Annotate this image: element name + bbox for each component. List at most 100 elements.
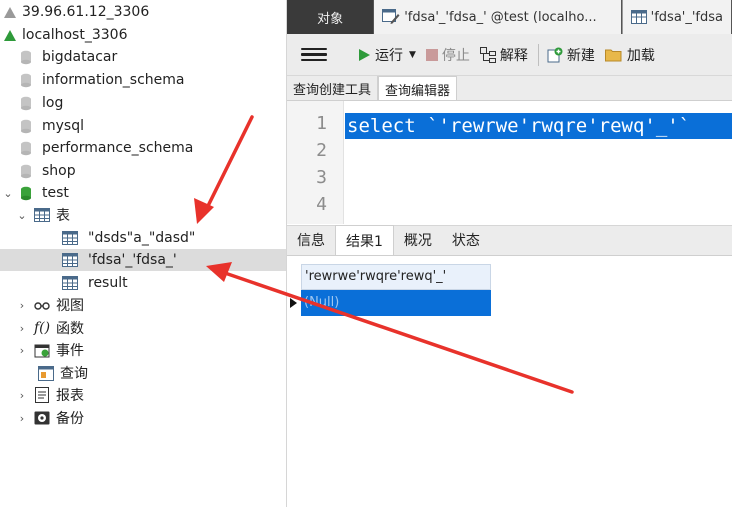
group-label: 函数: [56, 321, 84, 337]
new-label: 新建: [566, 47, 595, 64]
chevron-down-icon[interactable]: ⌄: [2, 187, 14, 200]
connection-item-remote[interactable]: 39.96.61.12_3306: [0, 1, 286, 23]
group-label: 事件: [56, 343, 84, 359]
line-number: 2: [316, 140, 327, 161]
object-navigator: 39.96.61.12_3306 localhost_3306 bigdatac…: [0, 0, 287, 507]
group-item-backups[interactable]: › 备份: [0, 407, 286, 429]
result-tabs: 信息 结果1 概况 状态: [287, 225, 732, 256]
database-item-log[interactable]: log: [0, 92, 286, 114]
line-number-gutter: 1 2 3 4: [287, 101, 344, 224]
tab-objects[interactable]: 对象: [287, 0, 375, 34]
explain-button[interactable]: 解释: [479, 45, 528, 65]
backup-icon: [34, 410, 50, 426]
chevron-right-icon[interactable]: ›: [16, 299, 28, 312]
tab-label: 'fdsa'_'fdsa_' @test (localho...: [404, 9, 597, 25]
table-label: 'fdsa'_'fdsa_': [88, 252, 177, 268]
database-icon: [18, 95, 34, 111]
toolbar-divider: [537, 43, 539, 66]
group-item-reports[interactable]: › 报表: [0, 384, 286, 406]
group-item-functions[interactable]: › f() 函数: [0, 317, 286, 339]
database-label: performance_schema: [42, 140, 194, 156]
line-number: 4: [316, 194, 327, 215]
result-tab-label: 信息: [297, 233, 325, 249]
group-item-events[interactable]: › 事件: [0, 339, 286, 361]
run-label: 运行: [375, 47, 403, 64]
editor-subtabs: 查询创建工具 查询编辑器: [287, 76, 732, 101]
group-item-queries[interactable]: 查询: [0, 362, 286, 384]
table-item[interactable]: "dsds"a_"dasd": [0, 227, 286, 249]
connection-icon: [2, 4, 18, 20]
subtab-label: 查询创建工具: [293, 83, 372, 98]
grid-cell-selected[interactable]: (Null): [301, 290, 491, 316]
group-label: 报表: [56, 388, 84, 404]
tab-query-builder[interactable]: 查询创建工具: [287, 76, 379, 100]
table-icon: [62, 252, 78, 268]
database-item-mysql[interactable]: mysql: [0, 115, 286, 137]
database-item-performance-schema[interactable]: performance_schema: [0, 137, 286, 159]
stop-label: 停止: [441, 47, 470, 64]
group-item-views[interactable]: › 视图: [0, 294, 286, 316]
new-button[interactable]: 新建: [547, 45, 595, 65]
database-label: mysql: [42, 118, 84, 134]
line-number: 3: [316, 167, 327, 188]
database-icon: [18, 163, 34, 179]
database-icon: [18, 185, 34, 201]
database-item-shop[interactable]: shop: [0, 160, 286, 182]
connection-icon: [2, 27, 18, 43]
table-item-selected[interactable]: 'fdsa'_'fdsa_': [0, 249, 286, 271]
caret-down-icon[interactable]: ▼: [409, 50, 416, 60]
tab-result1[interactable]: 结果1: [335, 225, 394, 255]
query-toolbar: 运行 ▼ 停止 解释 新建 加载: [287, 34, 732, 76]
database-label: log: [42, 95, 64, 111]
query-edit-icon: [382, 9, 400, 25]
explain-icon: [479, 46, 496, 63]
connection-label: 39.96.61.12_3306: [22, 4, 150, 20]
query-icon: [38, 365, 54, 381]
table-icon: [34, 207, 50, 223]
database-icon: [18, 140, 34, 156]
load-button[interactable]: 加载: [604, 45, 655, 65]
database-item-test[interactable]: ⌄ test: [0, 182, 286, 204]
tab-query-editor[interactable]: 查询编辑器: [378, 76, 458, 100]
line-number: 1: [316, 113, 327, 134]
stop-button[interactable]: 停止: [425, 45, 470, 65]
chevron-right-icon[interactable]: ›: [16, 322, 28, 335]
explain-label: 解释: [499, 47, 528, 64]
chevron-right-icon[interactable]: ›: [16, 344, 28, 357]
chevron-down-icon[interactable]: ⌄: [16, 209, 28, 222]
code-line-selected[interactable]: select `'rewrwe'rwqre'rewq'_'`: [345, 113, 732, 139]
table-icon: [62, 230, 78, 246]
chevron-right-icon[interactable]: ›: [16, 412, 28, 425]
result-grid: 'rewrwe'rwqre'rewq'_' (Null): [287, 256, 732, 507]
menu-icon[interactable]: [301, 47, 327, 62]
group-label: 视图: [56, 298, 84, 314]
database-label: information_schema: [42, 72, 185, 88]
tab-status[interactable]: 状态: [442, 225, 490, 255]
database-item-bigdatacar[interactable]: bigdatacar: [0, 46, 286, 68]
tab-query[interactable]: 'fdsa'_'fdsa_' @test (localho...: [374, 0, 622, 34]
result-tab-label: 结果1: [346, 234, 383, 250]
subtab-label: 查询编辑器: [385, 84, 451, 99]
column-header[interactable]: 'rewrwe'rwqre'rewq'_': [301, 264, 491, 290]
group-label: 查询: [60, 366, 88, 382]
table-item[interactable]: result: [0, 272, 286, 294]
database-item-information-schema[interactable]: information_schema: [0, 69, 286, 91]
run-button[interactable]: 运行 ▼: [357, 45, 416, 65]
chevron-right-icon[interactable]: ›: [16, 389, 28, 402]
tables-node[interactable]: ⌄ 表: [0, 204, 286, 226]
window-tab-bar: 对象 'fdsa'_'fdsa_' @test (localho... 'fds…: [287, 0, 732, 34]
connection-label: localhost_3306: [22, 27, 128, 43]
tab-overview[interactable]: 概况: [394, 225, 442, 255]
table-icon: [62, 275, 78, 291]
event-icon: [34, 342, 50, 358]
tab-info[interactable]: 信息: [287, 225, 335, 255]
result-tab-label: 状态: [451, 233, 480, 249]
stop-icon: [425, 48, 438, 61]
tab-table[interactable]: 'fdsa'_'fdsa: [621, 0, 732, 34]
view-icon: [34, 297, 50, 313]
result-tab-label: 概况: [403, 233, 432, 249]
connection-item-localhost[interactable]: localhost_3306: [0, 24, 286, 46]
database-icon: [18, 72, 34, 88]
sql-editor[interactable]: 1 2 3 4 select `'rewrwe'rwqre'rewq'_'`: [287, 101, 732, 224]
function-icon: f(): [33, 320, 51, 336]
